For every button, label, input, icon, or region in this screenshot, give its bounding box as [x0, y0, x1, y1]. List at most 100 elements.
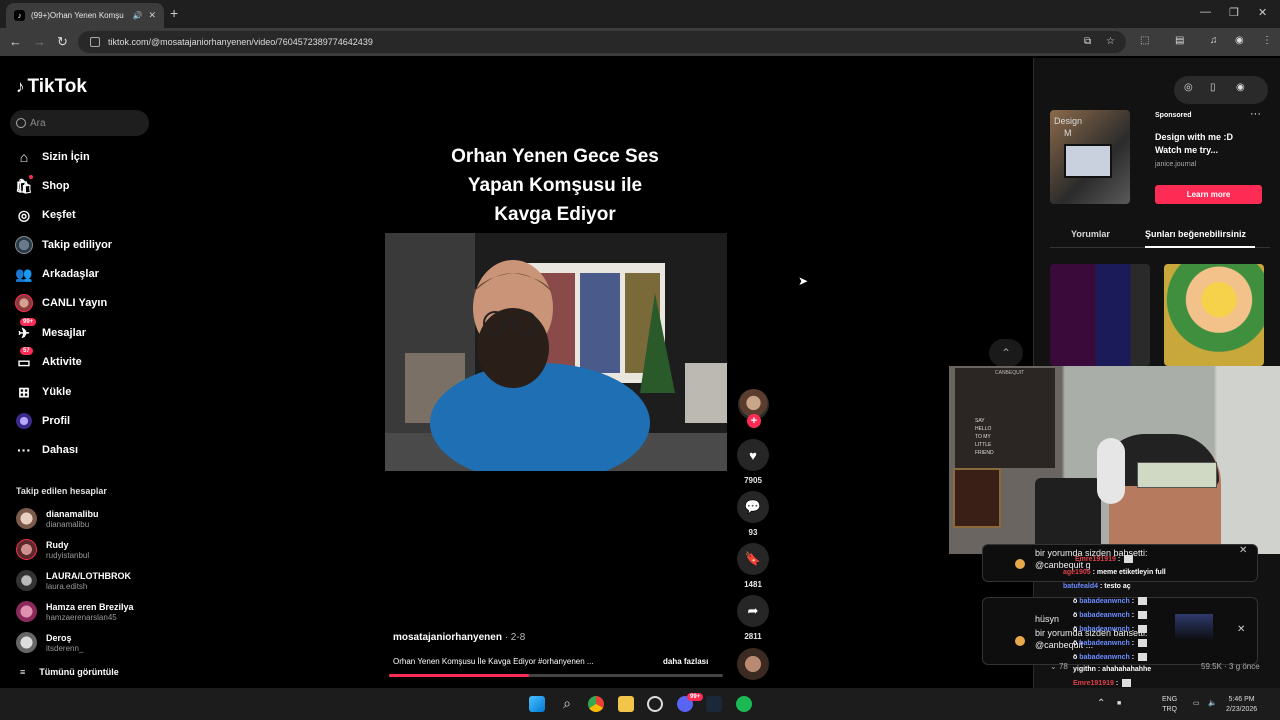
upload-plus-icon: ⊞: [18, 383, 30, 400]
nav-explore[interactable]: ◎ Keşfet: [14, 205, 76, 225]
phone-icon[interactable]: ▯: [1210, 82, 1216, 93]
search-input[interactable]: Ara: [10, 110, 149, 136]
windows-start-icon[interactable]: [529, 696, 545, 712]
music-disc[interactable]: [737, 648, 769, 680]
tab-you-may-like[interactable]: Şunları beğenebilirsiniz: [1145, 229, 1246, 239]
followed-account[interactable]: Hamza eren Brezilya hamzaerenarslan45: [16, 601, 134, 622]
comment-icon[interactable]: 💬: [737, 491, 769, 523]
nav-live[interactable]: CANLI Yayın: [14, 293, 107, 313]
close-icon[interactable]: ✕: [1239, 545, 1247, 556]
emote-icon: [1138, 597, 1148, 605]
language-indicator[interactable]: ENG TRQ: [1162, 695, 1177, 715]
account-handle: hamzaerenarslan45: [46, 612, 117, 622]
music-disc-icon[interactable]: [737, 648, 769, 680]
video-player[interactable]: [385, 233, 727, 471]
compass-icon[interactable]: ◎: [1184, 82, 1193, 93]
forward-icon[interactable]: →: [33, 34, 46, 49]
followed-account[interactable]: Deroş itsderenn_: [16, 632, 83, 653]
extensions-icon[interactable]: ⬚: [1140, 35, 1149, 46]
poster-text: FRIEND: [975, 450, 994, 456]
browser-menu-icon[interactable]: ⋮: [1262, 35, 1272, 46]
nav-upload[interactable]: ⊞ Yükle: [14, 382, 71, 402]
ad-options-icon[interactable]: ···: [1250, 108, 1261, 120]
nav-friends[interactable]: 👥 Arkadaşlar: [14, 264, 99, 284]
bookmark-icon[interactable]: 🔖: [737, 543, 769, 575]
followed-account[interactable]: LAURA/LOTHBROK laura.editsh: [16, 570, 131, 591]
file-explorer-icon[interactable]: [618, 696, 634, 712]
mention-notification[interactable]: bir yorumda sizden bahsetti: @canbequit …: [982, 544, 1258, 582]
media-controls-icon[interactable]: ♫: [1210, 35, 1218, 46]
nav-for-you[interactable]: ⌂ Sizin İçin: [14, 147, 90, 167]
emote-icon: [1138, 625, 1148, 633]
see-all-button[interactable]: ≡ Tümünü görüntüle: [20, 667, 119, 677]
maximize-icon[interactable]: ❐: [1229, 6, 1239, 19]
video-progress-bar[interactable]: [389, 674, 723, 677]
account-handle: laura.editsh: [46, 581, 88, 591]
volume-icon[interactable]: 🔈: [1208, 699, 1217, 709]
share-action[interactable]: ➦ 2811: [737, 595, 769, 641]
share-arrow-icon[interactable]: ➦: [737, 595, 769, 627]
follow-plus-button[interactable]: +: [747, 414, 761, 428]
close-window-icon[interactable]: ✕: [1258, 6, 1267, 19]
back-icon[interactable]: ←: [9, 34, 22, 49]
reload-icon[interactable]: ↻: [57, 34, 68, 49]
followed-account[interactable]: dianamalibu dianamalibu: [16, 508, 99, 529]
followed-account[interactable]: Rudy rudyistanbul: [16, 539, 89, 560]
search-placeholder: Ara: [30, 117, 46, 129]
video-author[interactable]: mosatajaniorhanyenen · 2-8: [393, 632, 525, 643]
tray-chevron-icon[interactable]: ⌃: [1097, 699, 1105, 709]
more-button[interactable]: daha fazlası: [663, 657, 708, 666]
user-avatar-icon[interactable]: ◉: [1236, 82, 1245, 93]
nav-shop[interactable]: 🛍 Shop: [14, 175, 70, 196]
tray-app-icon[interactable]: ■: [1117, 699, 1121, 709]
like-action[interactable]: ♥ 7905: [737, 439, 769, 485]
title-line: Yapan Komşusu ile: [467, 175, 643, 196]
reading-mode-icon[interactable]: ▤: [1175, 35, 1184, 46]
avatar: [16, 601, 37, 622]
notification-dot: [29, 175, 33, 179]
site-info-icon[interactable]: [90, 37, 100, 47]
learn-more-button[interactable]: Learn more: [1155, 185, 1262, 204]
steam-icon[interactable]: [706, 696, 722, 712]
clock[interactable]: 5:46 PM 2/23/2026: [1226, 695, 1257, 715]
app-icon[interactable]: [647, 696, 663, 712]
author-name[interactable]: mosatajaniorhanyenen: [393, 632, 502, 643]
comment-action[interactable]: 💬 93: [737, 491, 769, 537]
ad-thumbnail[interactable]: Design M: [1050, 110, 1130, 204]
screen: ♪ (99+)Orhan Yenen Komşu 🔊 ✕ + — ❐ ✕ ← →…: [0, 0, 1280, 720]
chrome-icon[interactable]: [588, 696, 604, 712]
tiktok-logo[interactable]: ♪ TikTok: [16, 76, 87, 98]
chat-text: :: [1129, 639, 1137, 647]
spotify-icon[interactable]: [736, 696, 752, 712]
browser-tab[interactable]: ♪ (99+)Orhan Yenen Komşu 🔊 ✕: [6, 3, 164, 28]
profile-avatar-icon[interactable]: ◉: [1235, 35, 1244, 46]
save-action[interactable]: 🔖 1481: [737, 543, 769, 589]
ad-title[interactable]: Design with me :D Watch me try...: [1155, 131, 1255, 157]
bookmark-star-icon[interactable]: ☆: [1106, 36, 1115, 47]
search-icon[interactable]: ⌕: [559, 695, 575, 711]
nav-label: Sizin İçin: [42, 151, 90, 163]
nav-following[interactable]: Takip ediliyor: [14, 235, 112, 255]
close-icon[interactable]: ✕: [1237, 624, 1245, 635]
heart-icon[interactable]: ♥: [737, 439, 769, 471]
network-icon[interactable]: ▭: [1193, 699, 1200, 709]
new-tab-icon[interactable]: +: [170, 6, 178, 20]
emote-icon: [1138, 611, 1148, 619]
suggested-video-thumbnail[interactable]: [1050, 264, 1150, 366]
nav-profile[interactable]: Profil: [14, 411, 70, 431]
close-tab-icon[interactable]: ✕: [148, 10, 156, 21]
suggested-video-thumbnail[interactable]: [1164, 264, 1264, 366]
minimize-icon[interactable]: —: [1200, 6, 1211, 18]
nav-more[interactable]: ··· Dahası: [14, 440, 78, 460]
nav-messages[interactable]: ✈ 99+ Mesajlar: [14, 318, 86, 343]
more-dots-icon: ···: [17, 442, 31, 458]
account-name: LAURA/LOTHBROK: [46, 570, 131, 581]
nav-activity[interactable]: ▭ 57 Aktivite: [14, 347, 82, 372]
install-app-icon[interactable]: ⧉: [1084, 36, 1091, 47]
tab-comments[interactable]: Yorumlar: [1071, 229, 1110, 239]
scroll-up-button[interactable]: ⌃: [989, 339, 1023, 367]
chat-user: batufeald4: [1063, 583, 1099, 590]
speaker-icon[interactable]: 🔊: [132, 11, 142, 20]
address-bar[interactable]: tiktok.com/@mosatajaniorhanyenen/video/7…: [78, 31, 1126, 53]
notification-user: hüsyn: [1035, 614, 1060, 624]
